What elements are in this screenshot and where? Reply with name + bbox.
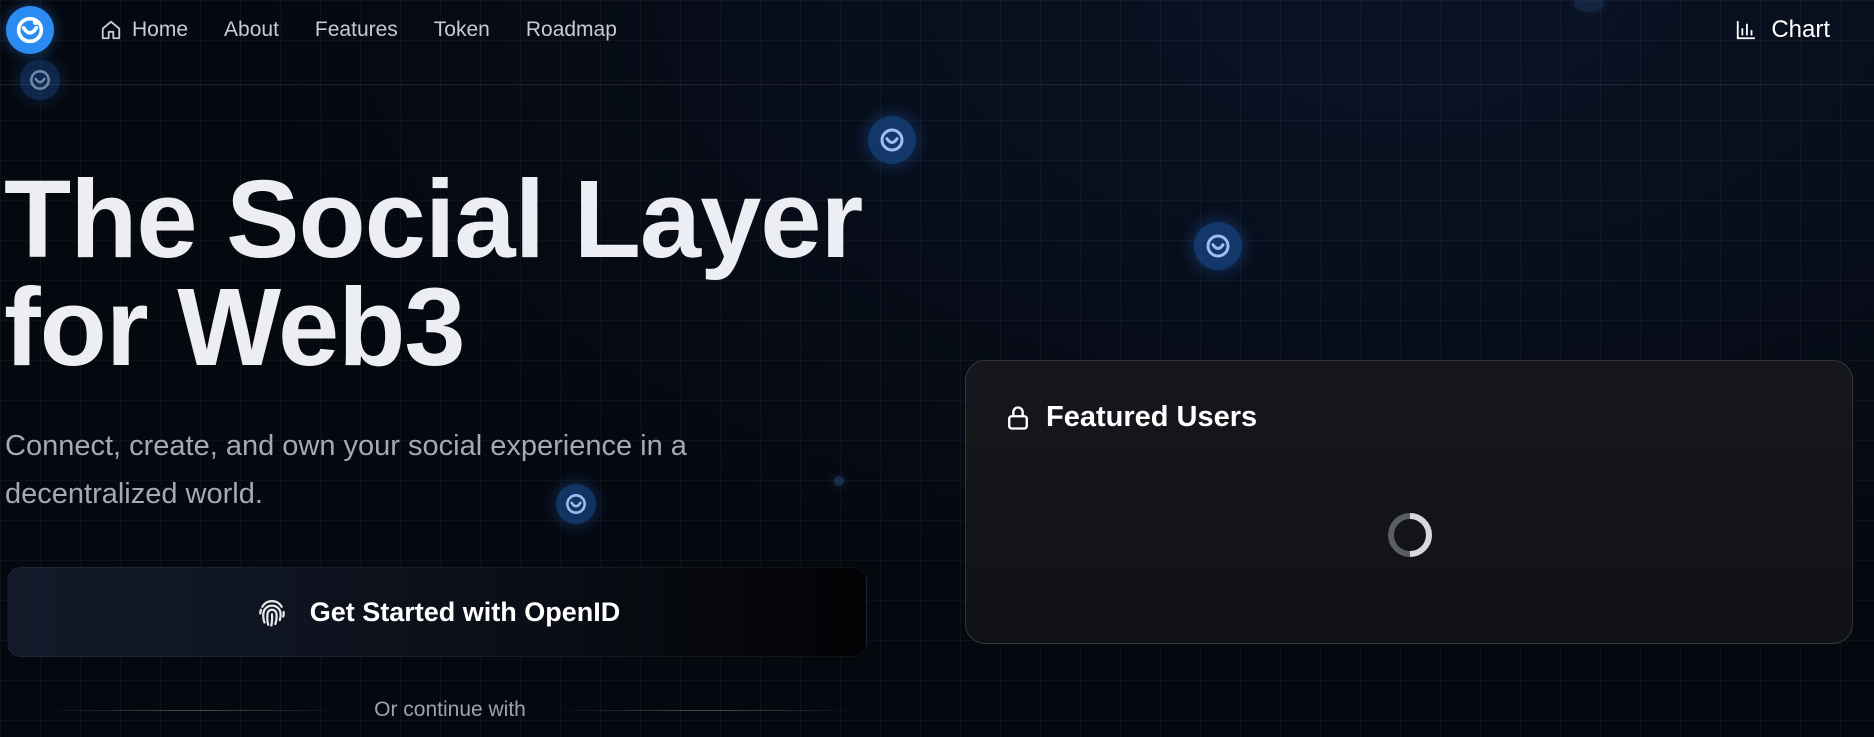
featured-users-card: Featured Users <box>965 360 1853 644</box>
lock-icon <box>1008 405 1028 430</box>
continue-divider: Or continue with <box>40 696 860 724</box>
nav-item-roadmap[interactable]: Roadmap <box>526 18 617 42</box>
hero-title-line-1: The Social Layer <box>4 158 863 281</box>
logo-icon[interactable] <box>6 6 54 54</box>
hero-title: The Social Layer for Web3 <box>4 158 904 389</box>
cta-label: Get Started with OpenID <box>309 596 621 627</box>
nav-item-token[interactable]: Token <box>434 18 490 42</box>
top-navbar: Home About Features Token Roadmap Chart <box>0 0 1874 85</box>
get-started-openid-button[interactable]: Get Started with OpenID <box>7 567 867 657</box>
nav-item-label: About <box>224 18 279 41</box>
chart-link-label: Chart <box>1771 16 1830 43</box>
floating-logo-icon <box>868 116 916 164</box>
bar-chart-icon <box>1737 20 1756 40</box>
nav-item-features[interactable]: Features <box>315 18 398 42</box>
featured-users-title: Featured Users <box>1046 401 1258 433</box>
home-icon <box>101 20 121 40</box>
nav-item-label: Features <box>314 18 398 41</box>
featured-users-header: Featured Users <box>1004 401 1257 434</box>
divider-line-left <box>40 709 347 711</box>
divider-line-right <box>553 709 860 711</box>
nav-item-label: Roadmap <box>525 18 617 41</box>
floating-dot <box>834 476 844 486</box>
hero-title-line-2: for Web3 <box>4 266 466 389</box>
hero-subtitle: Connect, create, and own your social exp… <box>5 430 687 510</box>
nav-item-label: Token <box>433 18 490 41</box>
nav-item-label: Home <box>132 18 189 41</box>
loading-spinner-icon <box>1388 513 1433 557</box>
floating-logo-icon <box>1194 222 1242 270</box>
divider-text: Or continue with <box>374 698 526 721</box>
main-nav: Home About Features Token Roadmap <box>100 0 617 60</box>
fingerprint-icon <box>258 600 285 627</box>
nav-item-about[interactable]: About <box>224 18 279 42</box>
chart-link[interactable]: Chart <box>1735 0 1830 60</box>
nav-item-home[interactable]: Home <box>100 18 188 42</box>
